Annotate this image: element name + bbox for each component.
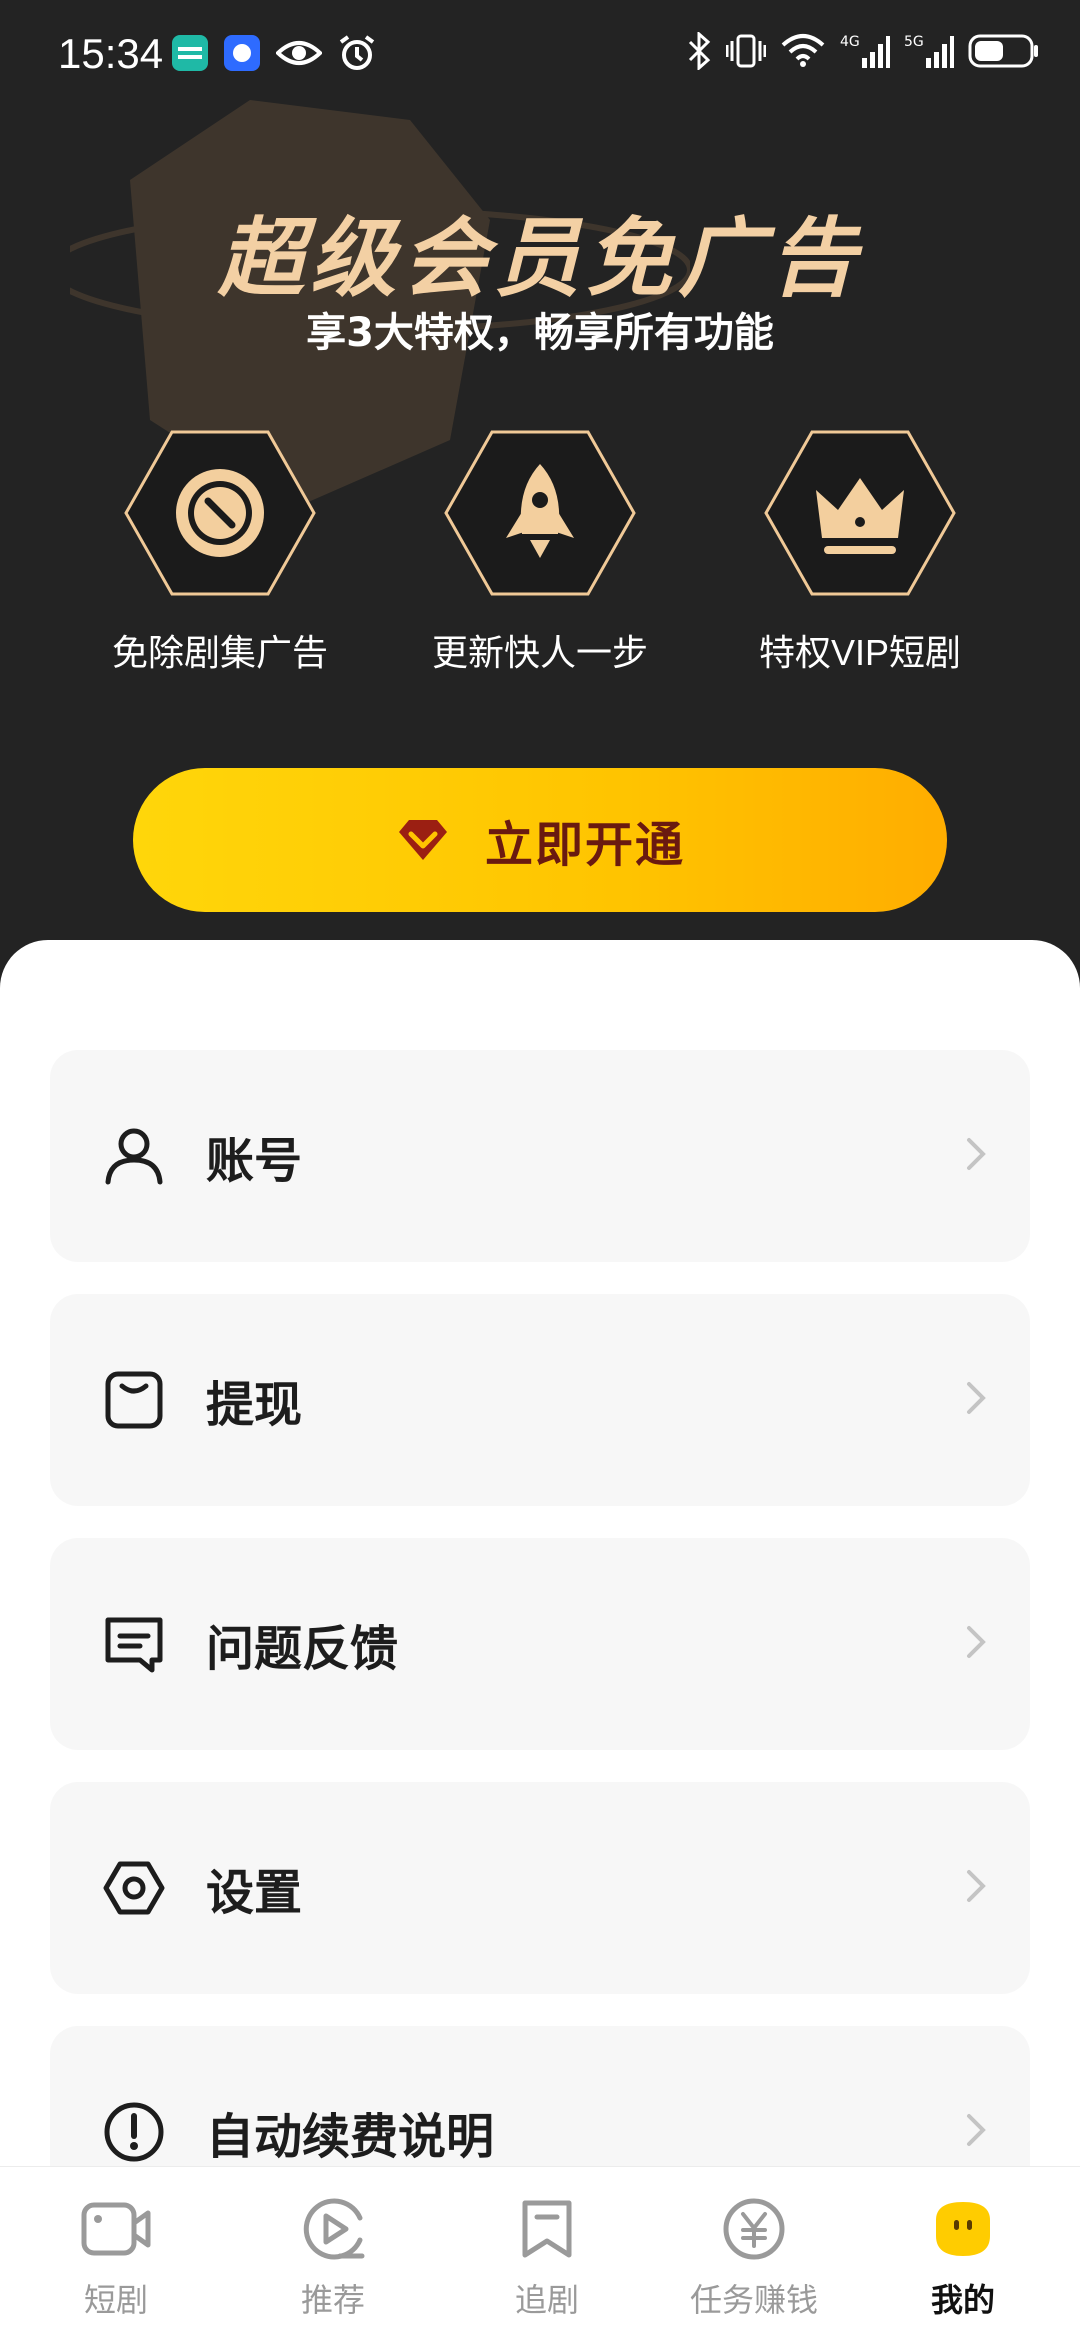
info-icon (102, 2100, 166, 2164)
play-circle-icon (243, 2193, 423, 2265)
perk-label: 免除剧集广告 (111, 632, 328, 673)
perk-label: 更新快人一步 (431, 632, 648, 673)
menu-item-settings[interactable]: 设置 (50, 1782, 1030, 1994)
yuan-coin-icon (664, 2193, 844, 2265)
tab-label: 短剧 (83, 2281, 148, 2319)
no-ads-icon (124, 430, 316, 596)
tab-mine[interactable]: 我的 (873, 2193, 1053, 2321)
tab-tasks-earn[interactable]: 任务赚钱 (664, 2193, 844, 2321)
perk-label: 特权VIP短剧 (758, 632, 962, 673)
bluetooth-icon (686, 30, 712, 74)
app-icon (224, 35, 260, 75)
tab-label: 推荐 (300, 2281, 365, 2319)
perk-no-ads: 免除剧集广告 (60, 428, 380, 676)
chevron-right-icon (966, 2113, 986, 2151)
signal-5g-icon: 5G (904, 32, 954, 74)
chevron-right-icon (966, 1381, 986, 1419)
menu-item-label: 设置 (206, 1865, 303, 1921)
diamond-icon (398, 820, 447, 860)
signal-4g-icon: 4G (840, 32, 890, 74)
wifi-icon (780, 33, 826, 73)
perk-vip-drama: 特权VIP短剧 (700, 428, 1020, 676)
vip-hero-banner: 15:34 4G 5G 超级会员免广告 享3大特权，畅享所有功能 免除剧集广告 … (0, 0, 1080, 1000)
user-icon (102, 1124, 166, 1188)
vip-subtitle: 享3大特权，畅享所有功能 (306, 310, 774, 356)
tab-short-drama[interactable]: 短剧 (26, 2193, 206, 2321)
menu-item-label: 账号 (206, 1133, 303, 1189)
menu-item-withdraw[interactable]: 提现 (50, 1294, 1030, 1506)
menu-item-label: 问题反馈 (206, 1621, 399, 1677)
bookmark-icon (457, 2193, 637, 2265)
chevron-right-icon (966, 1869, 986, 1907)
bottom-tab-bar: 短剧 推荐 追剧 任务赚钱 我的 (0, 2166, 1080, 2340)
battery-icon (968, 33, 1040, 73)
feedback-icon (102, 1612, 166, 1676)
chevron-right-icon (966, 1625, 986, 1663)
eye-icon (275, 37, 323, 73)
menu-sheet: 账号 提现 问题反馈 设置 自动续费说明 (0, 940, 1080, 2340)
rocket-icon (444, 430, 636, 596)
activate-vip-label: 立即开通 (484, 817, 685, 873)
menu-item-label: 提现 (206, 1377, 303, 1433)
vip-title: 超级会员免广告 (218, 209, 862, 309)
menu-item-feedback[interactable]: 问题反馈 (50, 1538, 1030, 1750)
svg-text:4G: 4G (840, 34, 860, 50)
vibrate-icon (725, 33, 767, 73)
menu-item-label: 自动续费说明 (206, 2109, 495, 2165)
tab-label: 我的 (930, 2281, 995, 2319)
wallet-icon (102, 1368, 166, 1432)
tab-label: 追剧 (514, 2281, 579, 2319)
menu-item-account[interactable]: 账号 (50, 1050, 1030, 1262)
svg-text:5G: 5G (904, 34, 924, 50)
profile-face-icon (873, 2193, 1053, 2265)
video-camera-icon (26, 2193, 206, 2265)
activate-vip-button[interactable]: 立即开通 (133, 768, 947, 912)
crown-icon (764, 430, 956, 596)
perk-fast-update: 更新快人一步 (380, 428, 700, 676)
status-bar: 15:34 4G 5G (0, 0, 1080, 110)
tab-recommend[interactable]: 推荐 (243, 2193, 423, 2321)
settings-icon (102, 1856, 166, 1920)
tab-following[interactable]: 追剧 (457, 2193, 637, 2321)
boss-app-icon (172, 35, 208, 75)
tab-label: 任务赚钱 (689, 2281, 818, 2319)
alarm-icon (338, 34, 376, 76)
chevron-right-icon (966, 1137, 986, 1175)
status-time: 15:34 (58, 30, 164, 77)
